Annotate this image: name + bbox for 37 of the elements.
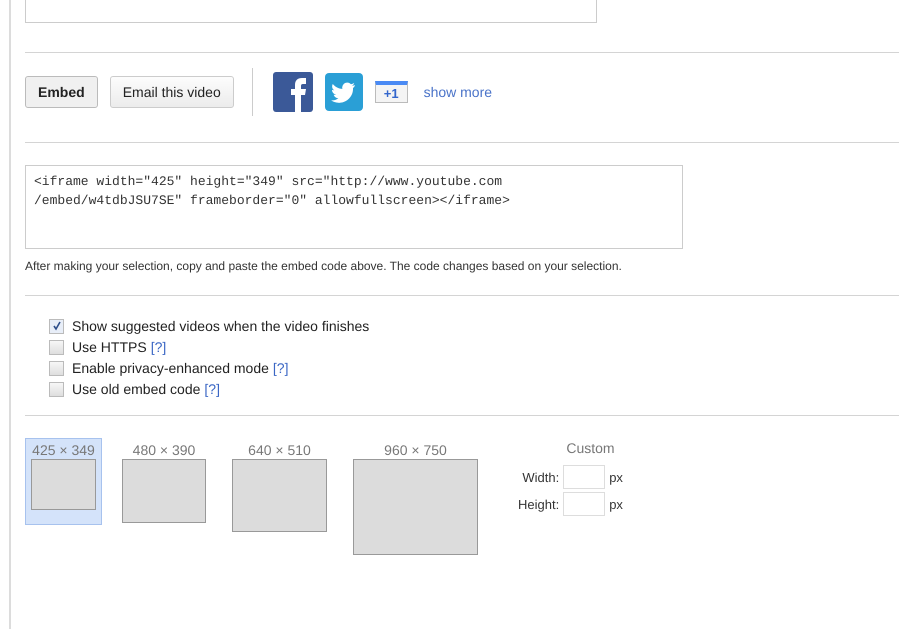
share-button[interactable]: Embed <box>25 76 98 108</box>
size-label: 960 × 750 <box>384 442 447 458</box>
selected-size-option[interactable]: 425 × 349 <box>25 438 102 525</box>
embed-description: After making your selection, copy and paste the embed code above. The code changes based on your selection. <box>25 258 623 275</box>
option-label: Use HTTPS <box>72 339 147 355</box>
option-label: Enable privacy-enhanced mode <box>72 360 269 376</box>
field-label: Width: <box>521 470 560 484</box>
checkbox[interactable] <box>49 340 64 354</box>
option-label: Use old embed code <box>72 381 200 397</box>
unit-label: px <box>609 470 623 484</box>
show-more-link[interactable]: show more <box>424 84 492 100</box>
field-label: Height: <box>518 496 560 512</box>
checkbox[interactable] <box>49 318 64 334</box>
bird-icon[interactable] <box>324 73 363 111</box>
size-preview <box>31 459 96 510</box>
size-option[interactable]: 640 × 510 <box>226 438 333 536</box>
url-field[interactable] <box>25 0 597 23</box>
help-link[interactable]: [?] <box>272 360 288 376</box>
option-label: Show suggested videos when the video finishes <box>72 318 370 334</box>
size-option[interactable]: 480 × 390 <box>116 438 212 527</box>
unit-label: px <box>609 496 623 512</box>
size-label: 425 × 349 <box>32 442 95 458</box>
size-label: 480 × 390 <box>132 442 196 458</box>
facebook-icon[interactable] <box>272 72 313 112</box>
plus-one-button[interactable]: +1 <box>374 81 408 103</box>
size-option[interactable]: 960 × 750 <box>347 438 484 559</box>
custom-title: Custom <box>565 440 616 456</box>
help-link[interactable]: [?] <box>204 381 220 397</box>
embed-code-field[interactable]: <iframe width="425" height="349" src="http://www.youtube.com /embed/w4tdbJSU7SE" frameborder="0" allowfullscreen></iframe> <box>25 165 683 249</box>
check-icon <box>52 321 62 331</box>
help-link[interactable]: [?] <box>150 339 166 355</box>
size-input[interactable] <box>563 492 606 516</box>
size-label: 640 × 510 <box>248 442 311 458</box>
share-button[interactable]: Email this video <box>110 76 234 108</box>
checkbox[interactable] <box>49 360 64 376</box>
size-input[interactable] <box>563 465 606 489</box>
checkbox[interactable] <box>49 382 64 396</box>
